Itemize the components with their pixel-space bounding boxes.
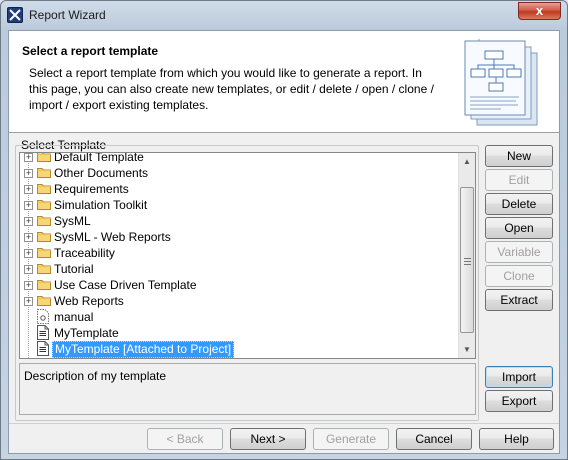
tree-folder-row[interactable]: + SysML - Web Reports <box>20 229 460 245</box>
scroll-up-arrow-icon[interactable]: ▲ <box>459 153 475 170</box>
report-wizard-window: Report Wizard x Select a report template… <box>0 0 568 460</box>
folder-icon <box>37 166 51 181</box>
clone-button[interactable]: Clone <box>485 265 553 287</box>
close-window-button[interactable]: x <box>518 2 561 20</box>
folder-icon <box>37 230 51 245</box>
wizard-header: Select a report template Select a report… <box>9 31 559 133</box>
window-title: Report Wizard <box>29 8 106 22</box>
page-title: Select a report template <box>22 44 159 58</box>
tree-item-label: SysML - Web Reports <box>54 230 171 244</box>
back-button[interactable]: < Back <box>147 428 223 450</box>
tree-folder-row[interactable]: + Web Reports <box>20 293 460 309</box>
tree-item-label: MyTemplate [Attached to Project] <box>52 341 235 358</box>
tree-scrollbar[interactable]: ▲ ▼ <box>458 153 475 358</box>
tree-item-label: Use Case Driven Template <box>54 278 197 292</box>
tree-folder-row[interactable]: + Simulation Toolkit <box>20 197 460 213</box>
next-button[interactable]: Next > <box>230 428 306 450</box>
open-button[interactable]: Open <box>485 217 553 239</box>
footer-separator <box>9 423 559 424</box>
variable-button[interactable]: Variable <box>485 241 553 263</box>
expand-plus-icon[interactable]: + <box>24 297 33 306</box>
cancel-button[interactable]: Cancel <box>396 428 472 450</box>
expand-plus-icon[interactable]: + <box>24 153 33 162</box>
edit-button[interactable]: Edit <box>485 169 553 191</box>
export-button[interactable]: Export <box>485 390 553 412</box>
import-button[interactable]: Import <box>485 366 553 388</box>
tree-folder-row[interactable]: + Tutorial <box>20 261 460 277</box>
expand-plus-icon[interactable]: + <box>24 249 33 258</box>
expand-plus-icon[interactable]: + <box>24 281 33 290</box>
new-button[interactable]: New <box>485 145 553 167</box>
tree-item-label: MyTemplate <box>54 326 119 340</box>
tree-template-row[interactable]: MyTemplate <box>20 325 460 341</box>
page-description: Select a report template from which you … <box>29 66 434 112</box>
title-bar[interactable]: Report Wizard x <box>1 1 567 29</box>
tree-folder-row[interactable]: + Other Documents <box>20 165 460 181</box>
tree-folder-row[interactable]: + Traceability <box>20 245 460 261</box>
folder-icon <box>37 153 51 165</box>
folder-icon <box>37 214 51 229</box>
tree-template-row[interactable]: MyTemplate [Attached to Project] <box>20 341 460 358</box>
folder-icon <box>37 262 51 277</box>
expand-plus-icon[interactable]: + <box>24 185 33 194</box>
folder-icon <box>37 246 51 261</box>
generate-button[interactable]: Generate <box>313 428 389 450</box>
template-description: Description of my template <box>19 363 476 415</box>
tree-template-row[interactable]: manual <box>20 309 460 325</box>
delete-button[interactable]: Delete <box>485 193 553 215</box>
tree-item-label: Web Reports <box>54 294 124 308</box>
folder-icon <box>37 278 51 293</box>
tree-folder-row[interactable]: + Default Template <box>20 152 460 165</box>
expand-plus-icon[interactable]: + <box>24 217 33 226</box>
tree-folder-row[interactable]: + Requirements <box>20 181 460 197</box>
document-icon <box>37 341 49 358</box>
tree-folder-row[interactable]: + Use Case Driven Template <box>20 277 460 293</box>
tree-item-label: manual <box>54 310 94 324</box>
extract-button[interactable]: Extract <box>485 289 553 311</box>
wizard-body: Select a report template Select a report… <box>8 30 560 454</box>
tree-item-label: Default Template <box>54 152 144 164</box>
tree-item-label: Simulation Toolkit <box>54 198 148 212</box>
scrollbar-grip-icon <box>464 258 471 265</box>
scrollbar-thumb[interactable] <box>460 187 474 333</box>
report-documents-icon <box>461 35 551 129</box>
tree-folder-row[interactable]: + SysML <box>20 213 460 229</box>
folder-icon <box>37 294 51 309</box>
tree-item-label: Other Documents <box>54 166 149 180</box>
template-tree[interactable]: + Default Template + Other Documents + Requir… <box>19 152 476 359</box>
tree-item-label: Tutorial <box>54 262 94 276</box>
expand-plus-icon[interactable]: + <box>24 169 33 178</box>
app-icon <box>7 7 23 23</box>
help-button[interactable]: Help <box>479 428 554 450</box>
folder-icon <box>37 182 51 197</box>
tree-item-label: Traceability <box>54 246 115 260</box>
expand-plus-icon[interactable]: + <box>24 201 33 210</box>
expand-plus-icon[interactable]: + <box>24 265 33 274</box>
scroll-down-arrow-icon[interactable]: ▼ <box>459 341 475 358</box>
folder-icon <box>37 198 51 213</box>
tree-item-label: SysML <box>54 214 91 228</box>
expand-plus-icon[interactable]: + <box>24 233 33 242</box>
tree-item-label: Requirements <box>54 182 129 196</box>
